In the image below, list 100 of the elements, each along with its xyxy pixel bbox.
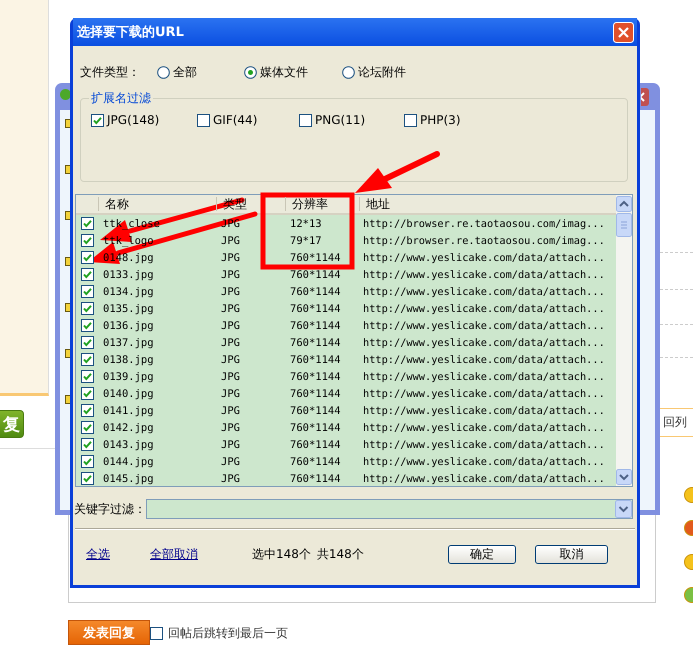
table-cell-text: 0139.jpg	[102, 370, 155, 382]
checkbox[interactable]	[80, 319, 94, 332]
table-cell-text: http://www.yeslicake.com/data/attach...	[362, 336, 606, 348]
deselect-all-link[interactable]: 全部取消	[150, 546, 252, 562]
table-cell-text: JPG	[220, 438, 241, 450]
table-cell-text: http://www.yeslicake.com/data/attach...	[362, 456, 606, 468]
checkbox-label: 回帖后跳转到最后一页	[168, 625, 288, 642]
table-cell-text: JPG	[220, 472, 241, 484]
table-cell-text: http://browser.re.taotaosou.com/imag...	[362, 234, 606, 246]
field-label: 文件类型：	[80, 64, 141, 80]
table-cell-text: JPG	[220, 370, 241, 382]
table-cell-text: http://www.yeslicake.com/data/attach...	[362, 320, 606, 332]
table-cell-text: 0143.jpg	[102, 438, 155, 450]
checkbox[interactable]	[197, 114, 210, 126]
checkbox[interactable]	[80, 251, 94, 264]
table-cell-text: JPG	[220, 320, 241, 332]
column-header[interactable]: 名称	[98, 197, 216, 211]
radio-label: 论坛附件	[358, 64, 406, 80]
checkbox[interactable]	[404, 114, 417, 126]
checkbox[interactable]	[80, 217, 94, 230]
checkbox[interactable]	[80, 353, 94, 366]
total-count: 共148个	[316, 546, 364, 562]
field-label: 关键字过滤：	[74, 500, 146, 518]
checkbox[interactable]	[80, 285, 94, 298]
table-cell-text: 0145.jpg	[102, 472, 155, 484]
checkbox[interactable]	[80, 268, 94, 281]
table-cell-text: JPG	[220, 286, 241, 298]
cancel-button[interactable]: 取消	[535, 544, 608, 564]
dropdown-icon[interactable]	[615, 500, 632, 518]
table-cell-text: 0144.jpg	[102, 456, 155, 468]
checkbox[interactable]	[80, 234, 94, 247]
radio-label: 媒体文件	[260, 64, 308, 80]
radio-button[interactable]	[157, 66, 170, 78]
table-cell-text: 0142.jpg	[102, 422, 155, 434]
table-cell-text: 12*13	[289, 218, 323, 230]
checkbox[interactable]	[299, 114, 312, 126]
scroll-up-icon[interactable]	[616, 196, 632, 212]
table-cell-text: 760*1144	[289, 438, 342, 450]
table-cell-text: 760*1144	[289, 268, 342, 280]
table-cell-text: 760*1144	[289, 456, 342, 468]
table-cell-text: JPG	[220, 404, 241, 416]
checkbox[interactable]	[80, 387, 94, 400]
table-cell-text: JPG	[220, 268, 241, 280]
table-cell-text: JPG	[220, 422, 241, 434]
table-cell-text: JPG	[220, 336, 241, 348]
checkbox[interactable]	[80, 421, 94, 434]
checkbox[interactable]	[80, 370, 94, 383]
table-cell-text: JPG	[220, 388, 241, 400]
table-cell-text: 0133.jpg	[102, 268, 155, 280]
checkbox-label: JPG(148)	[107, 113, 160, 127]
checkbox[interactable]	[80, 438, 94, 451]
table-cell-text: http://www.yeslicake.com/data/attach...	[362, 286, 606, 298]
checkbox[interactable]	[80, 336, 94, 349]
table-cell-text: http://www.yeslicake.com/data/attach...	[362, 472, 606, 484]
table-cell-text: 760*1144	[289, 252, 342, 264]
radio-button[interactable]	[244, 66, 257, 78]
checkbox[interactable]	[80, 455, 94, 468]
table-cell-text: 760*1144	[289, 370, 342, 382]
table-cell-text: 760*1144	[289, 404, 342, 416]
checkbox[interactable]	[80, 404, 94, 417]
table-cell-text: JPG	[220, 252, 241, 264]
select-all-link[interactable]: 全选	[86, 546, 150, 562]
close-icon[interactable]	[613, 22, 634, 42]
table-cell-text: 760*1144	[289, 354, 342, 366]
table-cell-text: JPG	[220, 354, 241, 366]
scroll-down-icon[interactable]	[616, 469, 632, 485]
checkbox[interactable]	[91, 114, 104, 126]
table-cell-text: 760*1144	[289, 320, 342, 332]
table-cell-text: JPG	[220, 302, 241, 314]
radio-label: 全部	[173, 64, 197, 80]
table-cell-text: 0134.jpg	[102, 286, 155, 298]
checkbox[interactable]	[80, 472, 94, 485]
table-cell-text: http://www.yeslicake.com/data/attach...	[362, 268, 606, 280]
radio-button[interactable]	[342, 66, 355, 78]
table-cell-text: http://www.yeslicake.com/data/attach...	[362, 388, 606, 400]
table-cell-text: JPG	[220, 456, 241, 468]
table-cell-text: http://browser.re.taotaosou.com/imag...	[362, 218, 606, 230]
checkbox[interactable]	[150, 627, 163, 640]
scroll-thumb[interactable]	[616, 213, 632, 237]
table-cell-text: 0140.jpg	[102, 388, 155, 400]
table-cell-text: 760*1144	[289, 286, 342, 298]
checkbox[interactable]	[80, 302, 94, 315]
table-cell-text: http://www.yeslicake.com/data/attach...	[362, 422, 606, 434]
table-cell-text: http://www.yeslicake.com/data/attach...	[362, 252, 606, 264]
checkbox-label: PNG(11)	[315, 113, 366, 127]
column-header[interactable]: 分辨率	[285, 197, 359, 211]
ok-button[interactable]: 确定	[448, 544, 516, 564]
checkbox-label: PHP(3)	[420, 113, 460, 127]
table-cell-text: 760*1144	[289, 422, 342, 434]
table-cell-text: http://www.yeslicake.com/data/attach...	[362, 354, 606, 366]
checkbox-label: GIF(44)	[213, 113, 258, 127]
table-cell-text: 0137.jpg	[102, 336, 155, 348]
table-cell-text: 79*17	[289, 234, 323, 246]
window-title: 选择要下载的URL	[77, 24, 184, 41]
close-icon[interactable]	[641, 88, 649, 106]
table-cell-text: 0135.jpg	[102, 302, 155, 314]
table-cell-text: http://www.yeslicake.com/data/attach...	[362, 302, 606, 314]
app-icon	[60, 89, 71, 100]
keyword-filter-field[interactable]	[146, 499, 633, 519]
back-to-list-link[interactable]: 回列	[663, 414, 687, 431]
